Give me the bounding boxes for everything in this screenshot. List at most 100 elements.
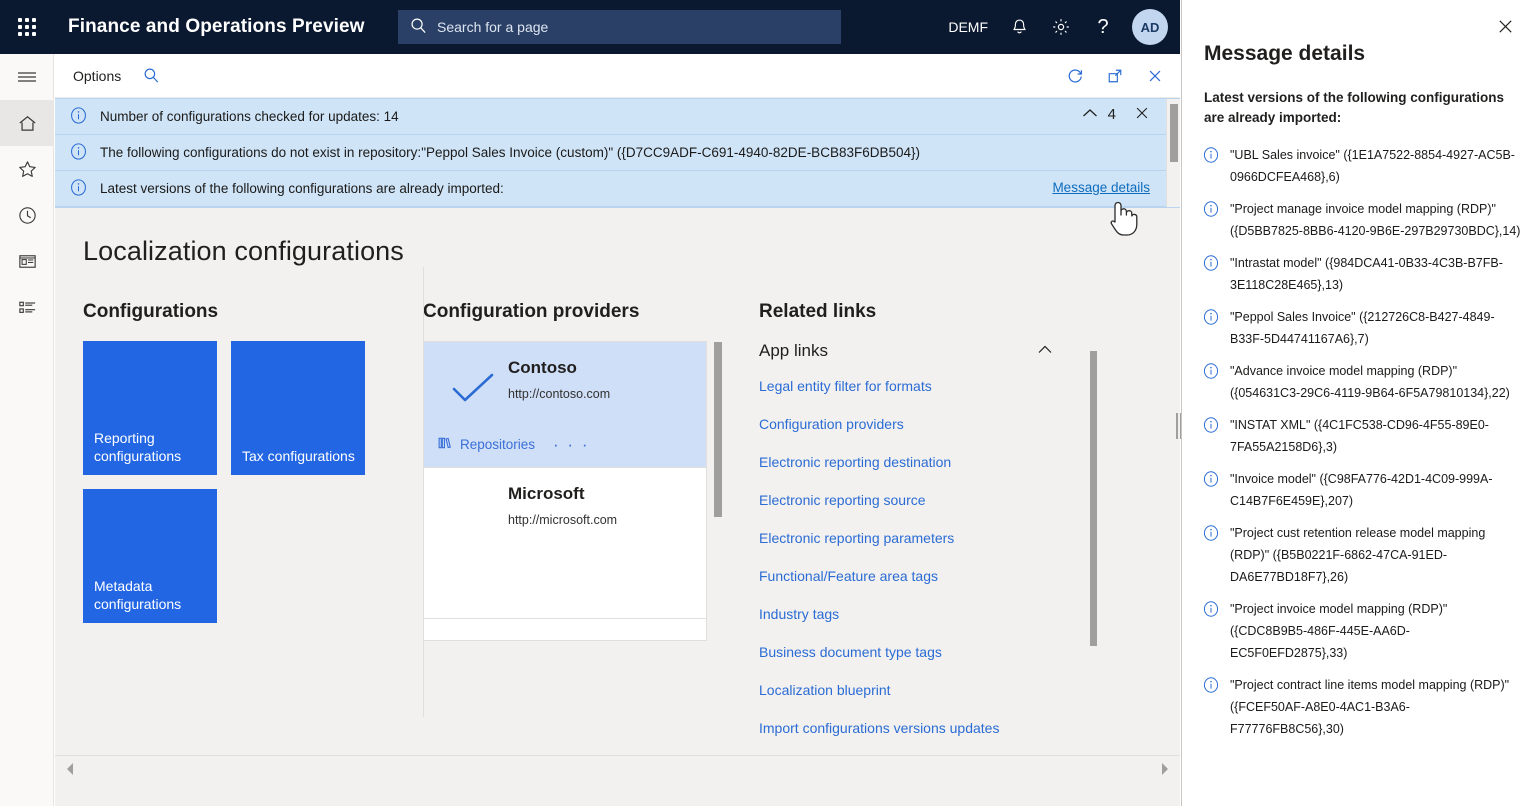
info-icon — [69, 106, 88, 128]
more-options-icon[interactable]: · · · — [553, 436, 589, 453]
app-links-header[interactable]: App links — [759, 341, 1055, 361]
scrollbar-thumb[interactable] — [1090, 351, 1097, 646]
content-columns: Configurations Reporting configurations … — [55, 267, 1180, 747]
search-input[interactable]: Search for a page — [398, 10, 841, 44]
app-links-title: App links — [759, 341, 828, 360]
message-bar-scrollbar[interactable] — [1166, 99, 1180, 207]
sidebar-item-modules[interactable] — [0, 284, 54, 330]
sidebar-item-home[interactable] — [0, 100, 54, 146]
scrollbar-thumb[interactable] — [714, 342, 722, 517]
sidebar-item-workspaces[interactable] — [0, 238, 54, 284]
horizontal-scrollbar[interactable] — [55, 755, 1180, 785]
avatar[interactable]: AD — [1132, 9, 1168, 45]
message-details-link[interactable]: Message details — [1052, 180, 1150, 195]
section-heading: Related links — [759, 301, 877, 322]
info-icon — [1202, 600, 1220, 621]
column-divider — [423, 267, 424, 717]
message-row: The following configurations do not exis… — [55, 135, 1180, 171]
tile-reporting-configurations[interactable]: Reporting configurations — [83, 341, 217, 475]
related-links-scrollbar[interactable] — [1089, 351, 1099, 691]
company-selector[interactable]: DEMF — [938, 0, 998, 54]
provider-summary: Microsoft http://microsoft.com — [438, 484, 692, 558]
list-item-text: "Advance invoice model mapping (RDP)" ({… — [1230, 364, 1510, 400]
repositories-button[interactable]: Repositories — [438, 436, 535, 453]
open-in-new-window-icon[interactable] — [1098, 59, 1132, 93]
link-electronic-reporting-destination[interactable]: Electronic reporting destination — [759, 443, 1099, 481]
panel-entry-list: "UBL Sales invoice" ({1E1A7522-8854-4927… — [1182, 128, 1533, 746]
tile-label: Metadata configurations — [94, 578, 182, 612]
command-bar-actions — [1058, 54, 1172, 98]
related-links-section: Related links App links Legal entity fil… — [759, 301, 1099, 747]
section-heading: Configuration providers — [423, 301, 640, 322]
provider-card-contoso[interactable]: Contoso http://contoso.com Repositories — [424, 342, 706, 468]
work-area: Options Number of configurations checked… — [55, 54, 1180, 806]
page-content: Localization configurations Configuratio… — [55, 208, 1180, 785]
list-item-text: "INSTAT XML" ({4C1FC538-CD96-4F55-89E0-7… — [1230, 418, 1489, 454]
page-search-icon[interactable] — [143, 67, 160, 84]
arrow-right-icon[interactable] — [1160, 762, 1170, 779]
provider-info: Contoso http://contoso.com — [508, 358, 610, 401]
provider-card-microsoft[interactable]: Microsoft http://microsoft.com — [424, 468, 706, 619]
message-details-panel: Message details Latest versions of the f… — [1181, 0, 1533, 806]
top-navigation-bar: Finance and Operations Preview Search fo… — [0, 0, 1180, 54]
info-icon — [1202, 676, 1220, 697]
scrollbar-thumb[interactable] — [1170, 104, 1178, 162]
link-localization-blueprint[interactable]: Localization blueprint — [759, 671, 1099, 709]
info-icon — [1202, 254, 1220, 275]
message-text: Latest versions of the following configu… — [100, 180, 504, 196]
configuration-providers-section: Configuration providers Contoso http://c… — [423, 267, 759, 747]
sidebar-item-recent[interactable] — [0, 192, 54, 238]
link-functional-feature-area-tags[interactable]: Functional/Feature area tags — [759, 557, 1099, 595]
info-icon — [69, 178, 88, 200]
message-bar-actions: 4 — [1080, 105, 1150, 124]
section-heading: Configurations — [83, 301, 219, 322]
link-industry-tags[interactable]: Industry tags — [759, 595, 1099, 633]
provider-list-scrollbar[interactable] — [712, 342, 724, 630]
provider-url: http://microsoft.com — [508, 513, 618, 527]
question-mark-icon[interactable]: ? — [1082, 0, 1124, 54]
options-button[interactable]: Options — [67, 64, 127, 88]
search-icon — [410, 17, 427, 37]
list-item: "Project cust retention release model ma… — [1198, 518, 1523, 594]
hamburger-icon[interactable] — [0, 54, 54, 100]
checkmark-icon — [438, 358, 508, 406]
app-launcher-icon[interactable] — [0, 0, 54, 54]
list-item-text: "Project contract line items model mappi… — [1230, 678, 1510, 736]
link-configuration-providers[interactable]: Configuration providers — [759, 405, 1099, 443]
repositories-label: Repositories — [460, 437, 536, 452]
tile-tax-configurations[interactable]: Tax configurations — [231, 341, 365, 475]
link-electronic-reporting-source[interactable]: Electronic reporting source — [759, 481, 1099, 519]
link-legal-entity-filter-for-formats[interactable]: Legal entity filter for formats — [759, 367, 1099, 405]
app-title: Finance and Operations Preview — [68, 16, 365, 37]
provider-info: Microsoft http://microsoft.com — [508, 484, 617, 527]
info-icon — [1202, 362, 1220, 383]
list-item-text: "Project invoice model mapping (RDP)" ({… — [1230, 602, 1448, 660]
list-item-text: "Project manage invoice model mapping (R… — [1230, 202, 1521, 238]
link-import-configurations-versions-updates[interactable]: Import configurations versions updates — [759, 709, 1099, 747]
list-item: "Intrastat model" ({984DCA41-0B33-4C3B-B… — [1198, 248, 1523, 302]
gear-icon[interactable] — [1040, 0, 1082, 54]
top-bar-actions: DEMF ? AD — [938, 0, 1180, 54]
info-icon — [69, 142, 88, 164]
list-item: "Peppol Sales Invoice" ({212726C8-B427-4… — [1198, 302, 1523, 356]
navigation-rail — [0, 54, 54, 806]
refresh-icon[interactable] — [1058, 59, 1092, 93]
configurations-section: Configurations Reporting configurations … — [83, 301, 423, 747]
provider-name: Microsoft — [508, 484, 585, 503]
bell-icon[interactable] — [998, 0, 1040, 54]
books-icon — [438, 436, 453, 453]
panel-subtitle: Latest versions of the following configu… — [1204, 90, 1505, 125]
chevron-up-icon[interactable] — [1080, 106, 1100, 123]
close-page-icon[interactable] — [1138, 59, 1172, 93]
close-icon[interactable] — [1134, 105, 1150, 124]
arrow-left-icon[interactable] — [65, 762, 75, 779]
list-item-text: "UBL Sales invoice" ({1E1A7522-8854-4927… — [1230, 148, 1515, 184]
message-text: Number of configurations checked for upd… — [100, 108, 399, 124]
message-bar: Number of configurations checked for upd… — [55, 98, 1180, 208]
link-electronic-reporting-parameters[interactable]: Electronic reporting parameters — [759, 519, 1099, 557]
tile-metadata-configurations[interactable]: Metadata configurations — [83, 489, 217, 623]
sidebar-item-favorites[interactable] — [0, 146, 54, 192]
close-icon[interactable] — [1491, 12, 1519, 40]
link-business-document-type-tags[interactable]: Business document type tags — [759, 633, 1099, 671]
chevron-up-icon[interactable] — [1035, 343, 1055, 359]
